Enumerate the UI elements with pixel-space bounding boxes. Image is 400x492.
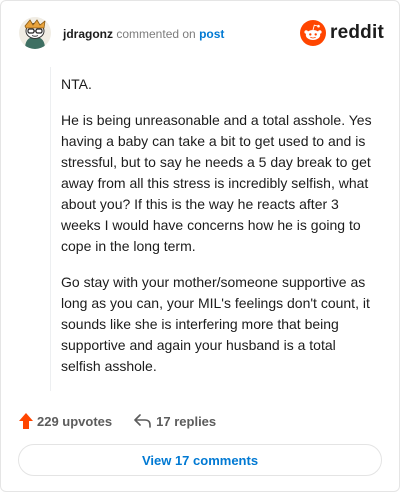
reddit-logo-icon <box>300 20 327 46</box>
comment-body: NTA. He is being unreasonable and a tota… <box>61 74 379 392</box>
thread-line[interactable] <box>50 67 51 391</box>
brand-wordmark: reddit <box>330 22 384 43</box>
comment-actions: 229 upvotes 17 replies <box>19 411 238 431</box>
comment-paragraph: He is being unreasonable and a total ass… <box>61 112 372 254</box>
upvote-button[interactable]: 229 upvotes <box>19 413 112 429</box>
comment-paragraph: NTA. <box>61 76 92 92</box>
snoo-avatar-icon[interactable] <box>19 17 51 49</box>
replies-button[interactable]: 17 replies <box>134 414 216 429</box>
comment-header: jdragonz commented on post reddit <box>19 17 384 51</box>
post-link[interactable]: post <box>199 27 224 41</box>
upvotes-count: 229 upvotes <box>37 413 113 429</box>
comment-paragraph: Go stay with your mother/someone support… <box>61 274 370 374</box>
reply-arrow-icon <box>134 414 152 428</box>
upvote-arrow-icon <box>19 413 33 429</box>
comment-card: jdragonz commented on post reddit NTA. H… <box>0 0 400 492</box>
view-comments-button[interactable]: View 17 comments <box>18 444 382 476</box>
replies-count: 17 replies <box>156 413 217 429</box>
reddit-brand[interactable]: reddit <box>300 19 384 47</box>
username-link[interactable]: jdragonz <box>63 27 113 41</box>
action-text: commented on <box>116 27 196 41</box>
comment-meta: jdragonz commented on post <box>63 26 224 42</box>
